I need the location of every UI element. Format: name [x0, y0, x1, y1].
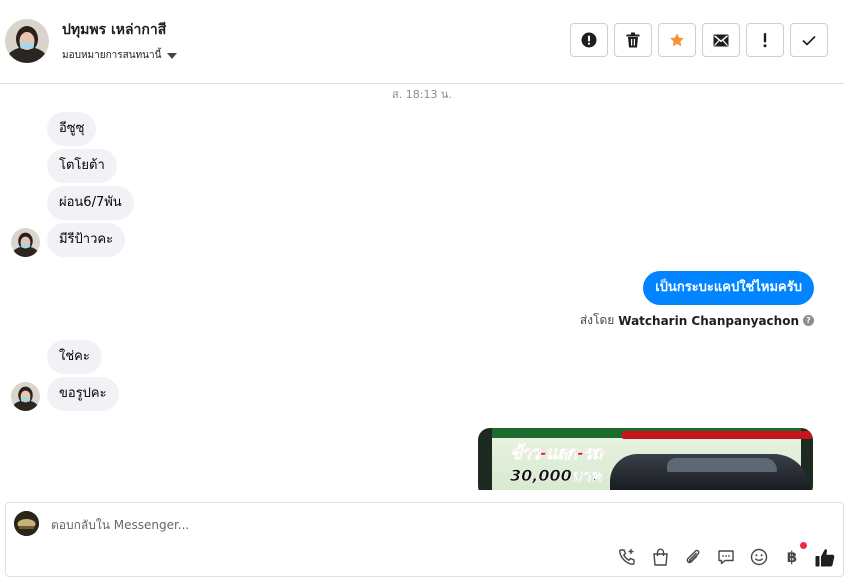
mark-unread-button[interactable]	[702, 23, 740, 57]
sender-avatar	[11, 382, 40, 411]
contact-avatar[interactable]	[5, 19, 49, 63]
ad-image-redbar	[622, 431, 812, 439]
baht-icon: ฿	[786, 548, 798, 566]
incoming-message[interactable]: ใช่คะ	[47, 340, 102, 374]
exclamation-icon	[763, 33, 767, 48]
assign-label: มอบหมายการสนทนานี้	[62, 50, 162, 61]
alert-circle-icon	[581, 32, 597, 48]
contact-name[interactable]: ปทุมพร เหล่ากาสี	[62, 19, 166, 41]
caret-down-icon	[167, 53, 178, 59]
truck-window	[667, 458, 777, 472]
saved-replies-button[interactable]	[716, 547, 736, 567]
conversation-header: ปทุมพร เหล่ากาสี มอบหมายการสนทนานี้	[0, 0, 844, 84]
incoming-message[interactable]: ผ่อน6/7พัน	[47, 186, 134, 220]
incoming-message[interactable]: โตโยต้า	[47, 149, 117, 183]
follow-up-button[interactable]	[746, 23, 784, 57]
paperclip-icon	[686, 549, 700, 564]
sender-avatar	[11, 228, 40, 257]
thumbs-up-icon	[815, 548, 835, 566]
page-avatar	[14, 511, 39, 536]
payment-button[interactable]: ฿	[782, 542, 807, 567]
envelope-icon	[713, 34, 729, 46]
outgoing-message[interactable]: เป็นกระบะแคปใช่ไหมครับ	[643, 271, 814, 305]
checkmark-icon	[802, 35, 816, 46]
incoming-message[interactable]: อีซูซุ	[47, 112, 97, 146]
notification-dot	[800, 542, 807, 549]
star-icon	[670, 33, 684, 47]
mark-spam-button[interactable]	[570, 23, 608, 57]
message-thread[interactable]: ส. 18:13 น. อีซูซุ โตโยต้า ผ่อน6/7พัน มี…	[0, 84, 844, 490]
composer-toolbar: ฿	[617, 542, 835, 567]
ad-image-banner: ข้าว-แลก-รถ 30,000บาท	[492, 428, 812, 490]
phone-plus-icon	[618, 549, 635, 566]
message-timestamp: ส. 18:13 น.	[392, 88, 452, 101]
sent-by-info: ส่งโดย Watcharin Chanpanyachon ?	[580, 311, 814, 330]
trash-icon	[626, 32, 640, 48]
delete-button[interactable]	[614, 23, 652, 57]
sent-by-label: ส่งโดย	[579, 313, 615, 327]
header-actions	[570, 23, 828, 57]
attach-button[interactable]	[683, 547, 703, 567]
chat-bubble-icon	[718, 550, 734, 565]
emoji-button[interactable]	[749, 547, 769, 567]
incoming-message[interactable]: ขอรูปคะ	[47, 377, 119, 411]
ad-price: 30,000บาท	[510, 466, 602, 486]
sent-by-name: Watcharin Chanpanyachon	[618, 313, 799, 328]
question-mark-icon[interactable]: ?	[803, 315, 814, 326]
shop-button[interactable]	[650, 547, 670, 567]
like-button[interactable]	[815, 547, 835, 567]
ad-headline: ข้าว-แลก-รถ	[510, 443, 603, 465]
incoming-message[interactable]: มีรีป้าวคะ	[47, 223, 126, 257]
reply-composer: ฿	[5, 502, 844, 577]
smiley-icon	[750, 548, 768, 566]
assign-conversation-dropdown[interactable]: มอบหมายการสนทนานี้	[62, 48, 178, 63]
reply-input[interactable]	[51, 515, 651, 535]
call-button[interactable]	[617, 547, 637, 567]
image-attachment[interactable]: ข้าว-แลก-รถ 30,000บาท	[478, 428, 813, 490]
shopping-bag-icon	[652, 548, 668, 566]
mark-done-button[interactable]	[790, 23, 828, 57]
star-button[interactable]	[658, 23, 696, 57]
